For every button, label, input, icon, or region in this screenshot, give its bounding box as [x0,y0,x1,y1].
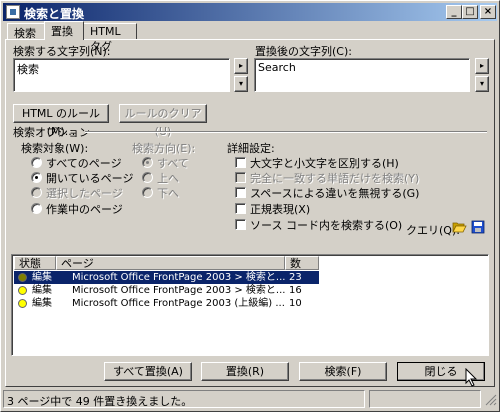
radio-direction-down-label: 下へ [157,187,179,200]
replace-button[interactable]: 置換(R) [201,362,289,381]
search-history-down-icon[interactable]: ▾ [234,76,248,92]
tab-replace[interactable]: 置換 [44,21,84,40]
app-icon [6,5,20,19]
checkbox-regex[interactable] [235,203,246,214]
row-page: Microsoft Office FrontPage 2003 (上級編) ..… [72,298,285,309]
find-replace-dialog: 検索と置換 _ □ × 検索 置換 HTML タグ 検索する文字列(N): 検索… [0,0,500,412]
col-header-count[interactable]: 数 [285,256,319,270]
direction-label: 検索方向(E): [132,142,196,155]
title-bar[interactable]: 検索と置換 _ □ × [3,3,497,21]
find-button[interactable]: 検索(F) [299,362,387,381]
checkbox-whole-word[interactable] [235,172,246,183]
replace-label: 置換後の文字列(C): [255,45,352,58]
radio-selected-pages[interactable] [31,187,42,198]
tab-search[interactable]: 検索 [7,23,45,40]
table-row[interactable]: 編集 Microsoft Office FrontPage 2003 > 検索と… [14,271,319,284]
advanced-label: 詳細設定: [227,142,275,155]
radio-selected-pages-label: 選択したページ [46,187,123,200]
minimize-button[interactable]: _ [446,5,462,19]
replace-input[interactable]: Search [254,58,470,92]
row-status: 編集 [32,298,52,309]
radio-open-pages-label: 開いているページ [46,172,134,185]
status-dot-icon [18,299,27,308]
row-count: 16 [289,285,302,296]
radio-all-pages[interactable] [31,157,42,168]
row-count: 23 [289,272,302,283]
search-input[interactable]: 検索 [13,58,230,92]
status-text: 3 ページ中で 49 件置き換えました。 [7,395,193,408]
radio-all-pages-label: すべてのページ [46,157,122,170]
radio-direction-up-label: 上へ [157,172,179,185]
col-header-status[interactable]: 状態 [14,256,56,270]
checkbox-regex-label: 正規表現(X) [250,203,311,216]
checkbox-match-case-label: 大文字と小文字を区別する(H) [250,157,399,170]
search-input-value: 検索 [17,63,39,76]
replace-history-right-icon[interactable]: ▸ [475,58,489,74]
maximize-button[interactable]: □ [462,5,478,19]
html-rules-button[interactable]: HTML のルール(M)... [13,104,109,138]
row-status: 編集 [32,272,52,283]
open-folder-icon[interactable] [452,220,467,233]
search-options-label: 検索オプション [13,126,90,139]
results-list[interactable]: 状態 ページ 数 編集 Microsoft Office FrontPage 2… [11,254,489,356]
radio-current-page-label: 作業中のページ [46,203,123,216]
checkbox-search-source-label: ソース コード内を検索する(O) [250,219,403,232]
radio-open-pages[interactable] [31,172,42,183]
row-page: Microsoft Office FrontPage 2003 > 検索と... [72,285,286,296]
checkbox-whole-word-label: 完全に一致する単語だけを検索(Y) [250,172,420,185]
search-label: 検索する文字列(N): [13,45,111,58]
row-count: 10 [289,298,302,309]
window-title: 検索と置換 [24,7,85,21]
col-header-page[interactable]: ページ [56,256,285,270]
status-pane: 3 ページ中で 49 件置き換えました。 [3,390,365,408]
replace-history-down-icon[interactable]: ▾ [475,76,489,92]
save-icon[interactable] [471,220,485,234]
radio-direction-all[interactable] [142,157,153,168]
checkbox-ignore-whitespace-label: スペースによる違いを無視する(G) [250,187,420,200]
clear-rules-button[interactable]: ルールのクリア(U) [119,104,207,138]
close-window-button[interactable]: × [480,5,496,19]
status-bar: 3 ページ中で 49 件置き換えました。 [1,389,500,409]
tab-html-tags[interactable]: HTML タグ [83,23,137,53]
replace-input-value: Search [258,61,296,74]
table-row[interactable]: 編集 Microsoft Office FrontPage 2003 (上級編)… [14,297,319,310]
resize-grip-icon[interactable] [485,394,497,406]
status-progress-pane [369,390,481,408]
status-dot-icon [18,273,27,282]
radio-direction-all-label: すべて [157,157,189,170]
status-dot-icon [18,286,27,295]
search-history-right-icon[interactable]: ▸ [234,58,248,74]
checkbox-match-case[interactable] [235,157,246,168]
row-status: 編集 [32,285,52,296]
table-row[interactable]: 編集 Microsoft Office FrontPage 2003 > 検索と… [14,284,319,297]
radio-current-page[interactable] [31,203,42,214]
radio-direction-up[interactable] [142,172,153,183]
row-page: Microsoft Office FrontPage 2003 > 検索と... [72,272,286,283]
checkbox-search-source[interactable] [235,219,246,230]
radio-direction-down[interactable] [142,187,153,198]
replace-all-button[interactable]: すべて置換(A) [104,362,192,381]
options-divider [85,131,487,133]
target-label: 検索対象(W): [21,142,89,155]
checkbox-ignore-whitespace[interactable] [235,187,246,198]
mouse-cursor-icon [465,368,478,387]
